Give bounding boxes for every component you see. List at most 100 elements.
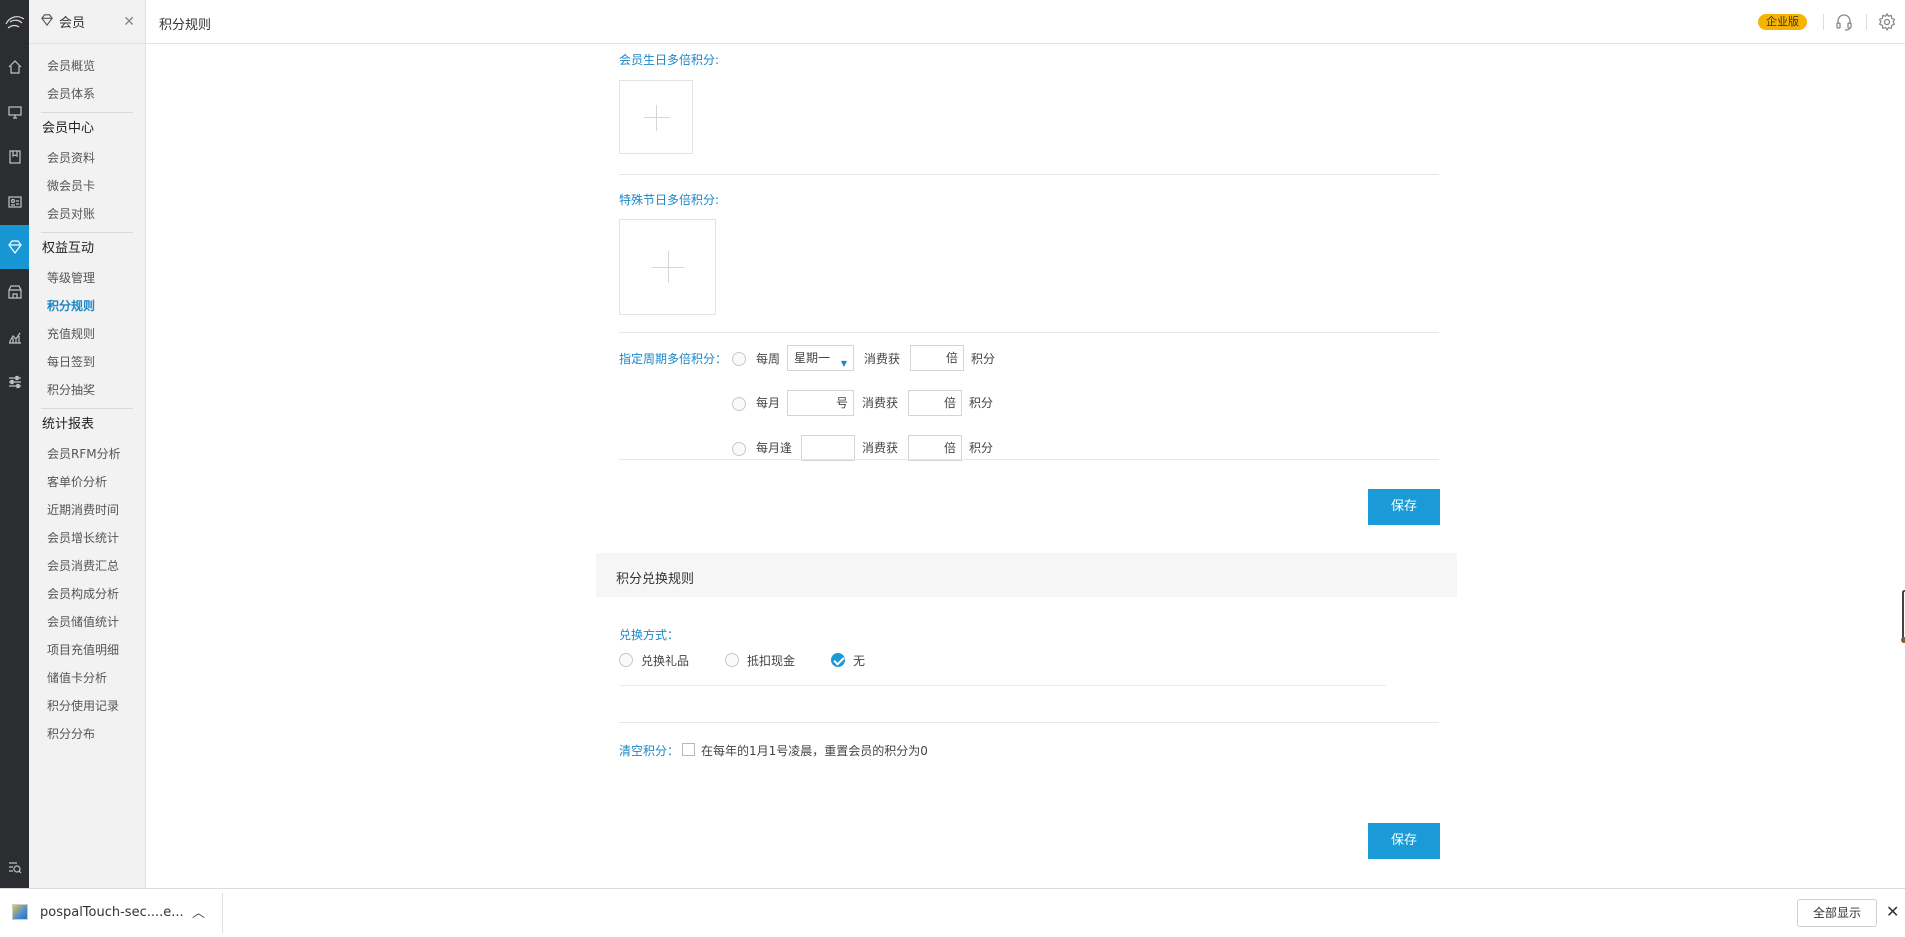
download-bar: pospalTouch-sec....e... ︿ 全部显示 ✕	[0, 888, 1905, 937]
menu-item-points-distribution[interactable]: 积分分布	[29, 720, 145, 748]
store-icon[interactable]	[0, 270, 29, 314]
birthday-label: 会员生日多倍积分:	[619, 53, 720, 67]
menu-item-recent-consume[interactable]: 近期消费时间	[29, 496, 145, 524]
times-unit: 倍	[943, 441, 956, 455]
main-content: 会员生日多倍积分: 特殊节日多倍积分: 指定周期多倍积分： 每周 星期一 ▼ 消…	[146, 45, 1905, 888]
add-holiday-button[interactable]	[619, 219, 716, 315]
monthly-points-label: 积分	[969, 396, 994, 410]
settings-icon[interactable]	[1878, 12, 1896, 32]
divider	[1823, 14, 1824, 30]
menu-item-system[interactable]: 会员体系	[29, 80, 145, 108]
monthly-every-prefix: 每月逢	[756, 441, 793, 455]
divider	[619, 459, 1439, 460]
weekly-prefix: 每周	[756, 352, 781, 366]
weekly-radio[interactable]	[732, 352, 746, 366]
menu-title: 会员	[59, 16, 86, 31]
menu-item-levels[interactable]: 等级管理	[29, 264, 145, 292]
monthly-radio[interactable]	[732, 397, 746, 411]
menu-item-reconcile[interactable]: 会员对账	[29, 200, 145, 228]
divider	[619, 722, 1439, 723]
divider	[619, 174, 1439, 175]
divider	[222, 893, 223, 933]
monthly-every-day-input[interactable]	[801, 435, 855, 461]
file-icon	[12, 904, 28, 920]
menu-item-overview[interactable]: 会员概览	[29, 52, 145, 80]
gift-radio[interactable]	[619, 653, 633, 667]
menu-item-growth[interactable]: 会员增长统计	[29, 524, 145, 552]
menu-item-rfm[interactable]: 会员RFM分析	[29, 440, 145, 468]
divider	[619, 685, 1386, 686]
save-button[interactable]: 保存	[1368, 489, 1440, 525]
caret-down-icon: ▼	[840, 359, 847, 368]
menu-item-points-usage[interactable]: 积分使用记录	[29, 692, 145, 720]
menu-item-wechat-card[interactable]: 微会员卡	[29, 172, 145, 200]
period-label: 指定周期多倍积分：	[619, 352, 728, 366]
top-bar: 积分规则 企业版	[146, 0, 1905, 44]
home-icon[interactable]	[0, 45, 29, 89]
menu-group-reports: 统计报表	[41, 408, 133, 440]
menu-item-consume-summary[interactable]: 会员消费汇总	[29, 552, 145, 580]
sliders-icon[interactable]	[0, 360, 29, 404]
menu-item-lottery[interactable]: 积分抽奖	[29, 376, 145, 404]
menu-header: 会员 ✕	[29, 0, 145, 44]
monitor-icon[interactable]	[0, 90, 29, 134]
show-all-button[interactable]: 全部显示	[1797, 899, 1877, 927]
chevron-up-icon[interactable]: ︿	[192, 902, 205, 921]
monthly-every-multiplier-input[interactable]: 倍	[908, 435, 962, 461]
menu-item-profiles[interactable]: 会员资料	[29, 144, 145, 172]
download-filename: pospalTouch-sec....e...	[40, 904, 184, 920]
clear-points-text: 在每年的1月1号凌晨，重置会员的积分为0	[701, 744, 928, 758]
diamond-icon	[41, 13, 53, 30]
menu-item-recharge-rules[interactable]: 充值规则	[29, 320, 145, 348]
clear-points-label: 清空积分：	[619, 744, 680, 758]
weekday-select[interactable]: 星期一 ▼	[787, 345, 854, 371]
headset-icon[interactable]	[1835, 13, 1853, 31]
menu-item-card-analysis[interactable]: 储值卡分析	[29, 664, 145, 692]
monthly-every-consume-label: 消费获	[862, 441, 899, 455]
monthly-prefix: 每月	[756, 396, 781, 410]
exchange-mode-label: 兑换方式：	[619, 628, 680, 642]
menu-item-points-rules[interactable]: 积分规则	[29, 292, 145, 320]
member-diamond-icon[interactable]	[0, 225, 29, 269]
weekly-consume-label: 消费获	[864, 352, 901, 366]
book-icon[interactable]	[0, 135, 29, 179]
monthly-every-points-label: 积分	[969, 441, 994, 455]
monthly-multiplier-input[interactable]: 倍	[908, 390, 962, 416]
monthly-every-radio[interactable]	[732, 442, 746, 456]
logo-icon[interactable]	[0, 0, 29, 44]
monthly-day-input[interactable]: 号	[787, 390, 854, 416]
day-unit: 号	[835, 396, 848, 410]
cash-option-label: 抵扣现金	[747, 654, 796, 668]
menu-item-avg-order[interactable]: 客单价分析	[29, 468, 145, 496]
divider	[1866, 14, 1867, 30]
menu-item-composition[interactable]: 会员构成分析	[29, 580, 145, 608]
none-radio[interactable]	[831, 653, 845, 667]
weekday-select-value: 星期一	[794, 351, 831, 365]
times-unit: 倍	[945, 351, 958, 365]
weekly-points-label: 积分	[971, 352, 996, 366]
chart-icon[interactable]	[0, 315, 29, 359]
edition-badge: 企业版	[1758, 14, 1807, 30]
close-icon[interactable]: ✕	[1886, 902, 1899, 921]
add-birthday-button[interactable]	[619, 80, 693, 154]
menu-group-center: 会员中心	[41, 112, 133, 144]
menu-item-stored-value[interactable]: 会员储值统计	[29, 608, 145, 636]
menu-item-checkin[interactable]: 每日签到	[29, 348, 145, 376]
section-title: 积分兑换规则	[616, 572, 695, 587]
section-header: 积分兑换规则	[596, 553, 1457, 597]
id-card-icon[interactable]	[0, 180, 29, 224]
cash-radio[interactable]	[725, 653, 739, 667]
download-item[interactable]: pospalTouch-sec....e...	[12, 904, 184, 920]
close-icon[interactable]: ✕	[123, 14, 135, 30]
edge-handle	[1901, 590, 1905, 643]
none-option-label: 无	[853, 654, 866, 668]
divider	[619, 332, 1439, 333]
clear-points-checkbox[interactable]	[682, 743, 695, 756]
save-exchange-button[interactable]: 保存	[1368, 823, 1440, 859]
search-list-icon[interactable]	[0, 845, 29, 889]
page-title: 积分规则	[159, 18, 212, 33]
menu-item-recharge-detail[interactable]: 项目充值明细	[29, 636, 145, 664]
gift-option-label: 兑换礼品	[641, 654, 690, 668]
monthly-consume-label: 消费获	[862, 396, 899, 410]
weekly-multiplier-input[interactable]: 倍	[910, 345, 964, 371]
